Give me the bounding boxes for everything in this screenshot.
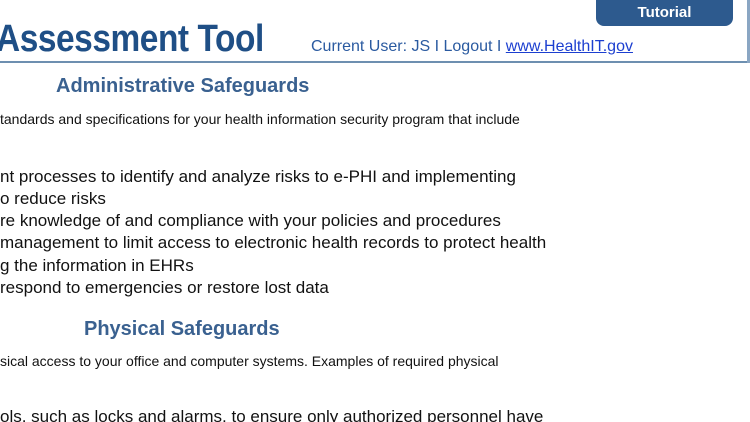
section-intro: tandards and specifications for your hea…: [0, 111, 520, 127]
section-intro: sical access to your office and computer…: [0, 353, 499, 369]
app-title: Assessment Tool: [0, 18, 264, 60]
list-item: g the information in EHRs: [0, 256, 194, 275]
logout-link[interactable]: Logout: [444, 38, 493, 55]
list-item: re knowledge of and compliance with your…: [0, 211, 501, 230]
list-item: respond to emergencies or restore lost d…: [0, 278, 329, 297]
list-item: management to limit access to electronic…: [0, 233, 547, 252]
separator: I: [434, 38, 440, 55]
tutorial-button[interactable]: Tutorial: [596, 0, 733, 26]
section-heading-physical: Physical Safeguards: [84, 318, 280, 340]
healthit-link[interactable]: www.HealthIT.gov: [506, 38, 633, 55]
list-item: o reduce risks: [0, 189, 106, 208]
app-header: Assessment Tool Current User: JS I Logou…: [0, 0, 750, 63]
user-info-bar: Current User: JS I Logout I www.HealthIT…: [311, 37, 633, 57]
list-item: nt processes to identify and analyze ris…: [0, 167, 516, 186]
separator: I: [496, 38, 502, 55]
current-user-label: Current User: JS: [311, 38, 431, 55]
section-heading-administrative: Administrative Safeguards: [56, 75, 310, 97]
list-item: ols, such as locks and alarms, to ensure…: [0, 407, 544, 422]
